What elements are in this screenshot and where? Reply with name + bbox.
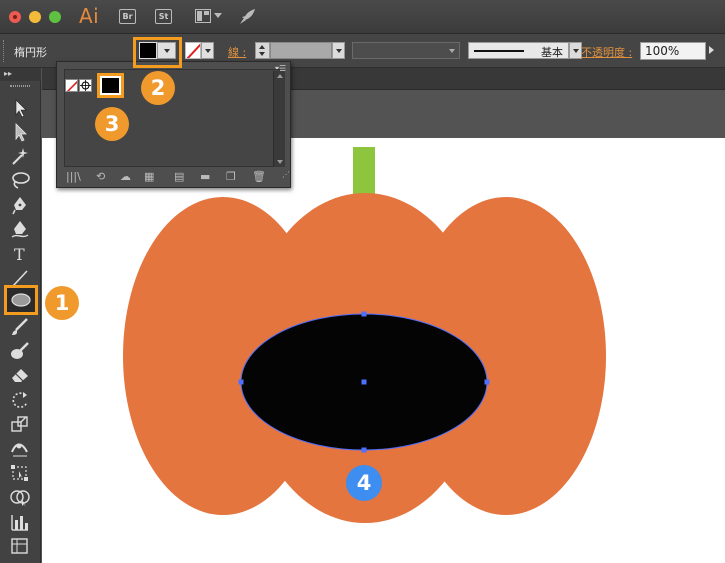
brush-definition-field[interactable]: 基本: [468, 42, 569, 59]
rotate-tool-icon[interactable]: [9, 390, 31, 410]
close-window-button[interactable]: [9, 11, 21, 23]
shape-builder-tool-icon[interactable]: [9, 487, 31, 507]
chevron-down-icon: [449, 49, 455, 53]
stroke-dropdown-button[interactable]: [201, 42, 214, 59]
chevron-down-icon: [573, 49, 579, 53]
stock-button[interactable]: St: [155, 9, 172, 24]
zoom-window-button[interactable]: [49, 11, 61, 23]
callout-number: 3: [104, 112, 120, 136]
callout-badge-2: 2: [141, 71, 175, 105]
scale-tool-icon[interactable]: [9, 414, 31, 434]
magic-wand-tool-icon[interactable]: [9, 146, 31, 166]
chevron-down-icon: [336, 49, 342, 53]
minimize-window-button[interactable]: [29, 11, 41, 23]
current-tool-label: 楕円形: [14, 46, 47, 59]
variable-width-profile[interactable]: [352, 42, 460, 59]
eraser-tool-icon[interactable]: [9, 365, 31, 385]
callout-number: 1: [54, 291, 70, 315]
stroke-label[interactable]: 線 :: [228, 44, 246, 60]
swatch-libraries-icon[interactable]: |||\: [66, 170, 81, 183]
brush-preview: [474, 50, 524, 52]
callout-number: 2: [150, 76, 166, 100]
none-slash-icon: [66, 80, 77, 91]
registration-swatch[interactable]: [79, 79, 92, 92]
none-slash-icon: [186, 43, 200, 58]
black-swatch[interactable]: [97, 73, 124, 98]
title-bar: Ai Br St: [0, 0, 725, 34]
tools-panel-header[interactable]: ▸▸: [0, 68, 41, 81]
swatch-scrollbar[interactable]: [273, 71, 285, 167]
callout-badge-1: 1: [45, 286, 79, 320]
swatch-panel-footer: |||\ ⟲ ☁ ▦ ▤ ▬ ❐ 🗑 ⋰: [64, 170, 290, 186]
chevron-right-icon[interactable]: [709, 46, 714, 54]
resize-grip-icon[interactable]: ⋰: [282, 170, 290, 179]
none-swatch[interactable]: [65, 79, 78, 92]
free-transform-tool-icon[interactable]: [9, 463, 31, 483]
callout-badge-3: 3: [95, 107, 129, 141]
panel-grip[interactable]: [10, 85, 30, 87]
color-group-icon[interactable]: ▤: [174, 170, 184, 183]
paintbrush-tool-icon[interactable]: [9, 317, 31, 337]
tools-panel: ▸▸ T: [0, 68, 41, 563]
swatch-options-icon[interactable]: ▦: [144, 170, 154, 183]
new-swatch-icon[interactable]: ❐: [226, 170, 236, 183]
brush-name-label: 基本: [541, 46, 563, 59]
chevron-down-icon[interactable]: [214, 13, 222, 18]
fill-highlight-frame: [133, 37, 182, 68]
lasso-tool-icon[interactable]: [9, 170, 31, 190]
pumpkin-artwork: [123, 147, 606, 523]
width-tool-icon[interactable]: [9, 438, 31, 458]
pen-tool-icon[interactable]: [9, 195, 31, 215]
callout-number: 4: [356, 471, 372, 495]
stroke-color-swatch[interactable]: [185, 42, 201, 59]
curvature-tool-icon[interactable]: [9, 219, 31, 239]
opacity-label[interactable]: 不透明度 :: [581, 44, 632, 60]
callout-badge-4: 4: [346, 465, 382, 501]
stroke-weight-stepper[interactable]: [255, 42, 270, 59]
chevron-down-icon: [205, 49, 211, 53]
gpu-performance-icon[interactable]: [237, 7, 257, 27]
show-swatch-kinds-icon[interactable]: ⟲: [96, 170, 105, 183]
pumpkin-stem[interactable]: [353, 147, 375, 199]
blob-brush-tool-icon[interactable]: [9, 341, 31, 361]
artboard[interactable]: [42, 138, 725, 563]
selection-tool-icon[interactable]: [9, 98, 31, 118]
artboard-tool-icon[interactable]: [9, 536, 31, 556]
arrange-documents-icon[interactable]: [195, 9, 211, 23]
type-tool-icon[interactable]: T: [9, 244, 31, 264]
cloud-library-icon[interactable]: ☁: [120, 170, 131, 183]
ellipse-tool-icon[interactable]: [4, 285, 38, 315]
stroke-weight-field[interactable]: [270, 42, 332, 59]
collapse-icon[interactable]: ▸▸: [4, 69, 12, 78]
registration-mark-icon: [80, 80, 91, 91]
delete-swatch-icon[interactable]: 🗑: [252, 170, 266, 183]
new-color-group-icon[interactable]: ▬: [200, 170, 210, 183]
stroke-weight-dropdown[interactable]: [332, 42, 345, 59]
direct-selection-tool-icon[interactable]: [9, 122, 31, 142]
black-swatch-chip: [102, 78, 119, 93]
bridge-button[interactable]: Br: [119, 9, 136, 24]
svg-text:T: T: [14, 245, 25, 264]
panel-grip[interactable]: [3, 40, 6, 62]
opacity-field[interactable]: 100%: [640, 42, 706, 60]
column-graph-tool-icon[interactable]: [9, 512, 31, 532]
illustrator-logo: Ai: [79, 4, 100, 28]
